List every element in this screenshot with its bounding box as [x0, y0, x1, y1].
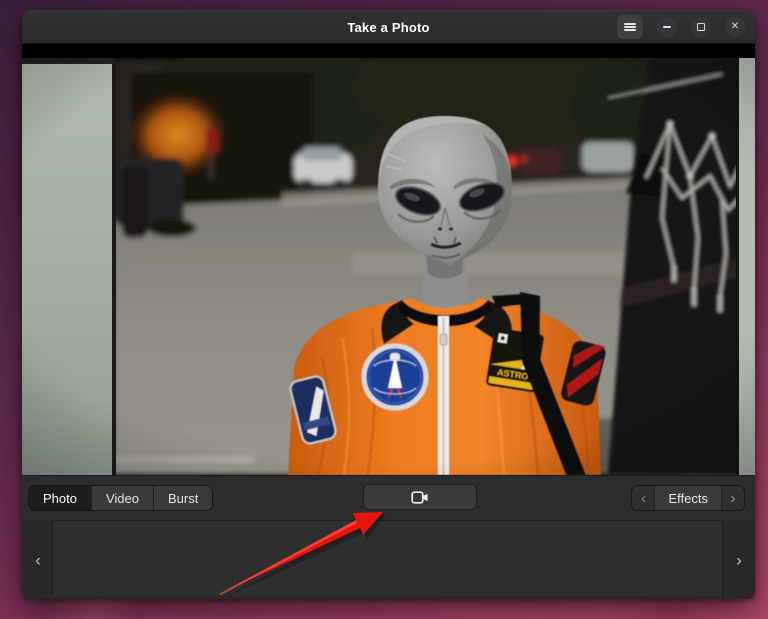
cheese-app-window: Take a Photo ✕ Photo Video Burst ‹ Effec…	[22, 10, 755, 599]
maximize-icon	[697, 23, 705, 31]
chevron-right-icon: ›	[736, 550, 742, 569]
thumbnails-scroll-left-button[interactable]: ‹	[28, 551, 48, 568]
thumbnail-viewport	[52, 520, 723, 596]
minimize-icon	[663, 26, 671, 28]
effects-prev-button[interactable]: ‹	[632, 486, 656, 510]
camera-preview-image: ASTRO	[22, 58, 755, 475]
camera-video-icon	[411, 490, 428, 504]
thumbnail-strip: ‹ ›	[22, 520, 755, 599]
chevron-right-icon: ›	[730, 489, 736, 507]
chevron-left-icon: ‹	[640, 489, 646, 507]
thumbnails-scroll-right-button[interactable]: ›	[729, 551, 749, 568]
effects-button[interactable]: Effects	[655, 486, 721, 510]
capture-button[interactable]	[363, 484, 477, 510]
chevron-left-icon: ‹	[35, 550, 41, 569]
effects-next-button[interactable]: ›	[721, 486, 744, 510]
close-icon: ✕	[730, 21, 740, 32]
titlebar[interactable]: Take a Photo ✕	[22, 10, 755, 44]
mode-button-group: Photo Video Burst	[28, 485, 214, 511]
camera-viewport: ASTRO	[22, 44, 755, 475]
maximize-button[interactable]	[691, 17, 711, 37]
mode-button-photo[interactable]: Photo	[29, 486, 92, 510]
minimize-button[interactable]	[657, 17, 677, 37]
hamburger-icon	[624, 23, 636, 31]
effects-group: ‹ Effects ›	[631, 485, 745, 511]
window-controls: ✕	[617, 11, 745, 43]
menu-button[interactable]	[617, 15, 643, 39]
close-button[interactable]: ✕	[725, 17, 745, 37]
vignette-overlay	[22, 58, 755, 475]
mode-button-video[interactable]: Video	[91, 486, 154, 510]
mode-button-burst[interactable]: Burst	[154, 486, 213, 510]
action-toolbar: Photo Video Burst ‹ Effects ›	[22, 475, 755, 520]
